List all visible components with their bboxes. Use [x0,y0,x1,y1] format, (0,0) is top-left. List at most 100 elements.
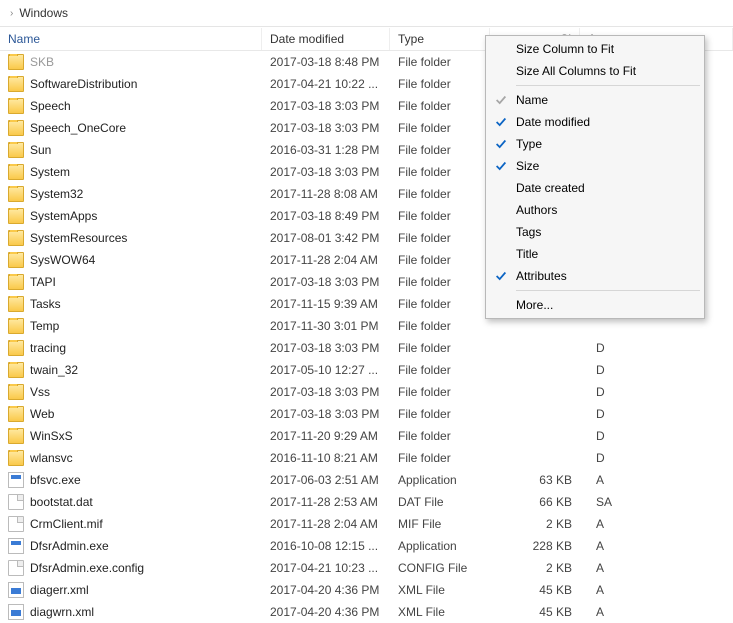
list-item[interactable]: WinSxS2017-11-20 9:29 AMFile folderD [0,425,733,447]
file-type: File folder [390,429,490,443]
breadcrumb-label: Windows [19,6,68,20]
file-type: File folder [390,187,490,201]
file-name: WinSxS [30,429,73,443]
column-header-date-label: Date modified [270,32,344,46]
file-attr: D [580,341,733,355]
file-date: 2017-04-20 4:36 PM [262,605,390,619]
menu-item-label: Size [516,159,539,173]
menu-toggle-column[interactable]: Title [488,243,702,265]
file-name: SKB [30,55,54,69]
file-date: 2017-03-18 3:03 PM [262,165,390,179]
menu-toggle-column[interactable]: Type [488,133,702,155]
file-attr: A [580,561,733,575]
menu-toggle-column[interactable]: Attributes [488,265,702,287]
file-date: 2016-10-08 12:15 ... [262,539,390,553]
menu-size-all-columns-to-fit[interactable]: Size All Columns to Fit [488,60,702,82]
file-date: 2017-03-18 3:03 PM [262,121,390,135]
file-date: 2017-03-18 8:49 PM [262,209,390,223]
folder-icon [8,340,24,356]
menu-toggle-column[interactable]: Date modified [488,111,702,133]
list-item[interactable]: diagwrn.xml2017-04-20 4:36 PMXML File45 … [0,601,733,623]
menu-separator [516,290,700,291]
menu-item-label: Type [516,137,542,151]
file-name: SoftwareDistribution [30,77,137,91]
folder-icon [8,296,24,312]
list-item[interactable]: Vss2017-03-18 3:03 PMFile folderD [0,381,733,403]
file-icon [8,560,24,576]
menu-separator [516,85,700,86]
file-icon [8,494,24,510]
file-date: 2017-03-18 3:03 PM [262,275,390,289]
column-header-name-label: Name [8,32,40,46]
file-name: tracing [30,341,66,355]
list-item[interactable]: CrmClient.mif2017-11-28 2:04 AMMIF File2… [0,513,733,535]
list-item[interactable]: twain_322017-05-10 12:27 ...File folderD [0,359,733,381]
menu-toggle-column[interactable]: Tags [488,221,702,243]
file-type: File folder [390,165,490,179]
file-name: SystemApps [30,209,97,223]
file-type: File folder [390,253,490,267]
menu-toggle-column[interactable]: Date created [488,177,702,199]
file-name: DfsrAdmin.exe.config [30,561,144,575]
column-context-menu: Size Column to Fit Size All Columns to F… [485,35,705,319]
file-name: SystemResources [30,231,127,245]
file-size: 228 KB [490,539,580,553]
menu-item-label: Date modified [516,115,590,129]
list-item[interactable]: Web2017-03-18 3:03 PMFile folderD [0,403,733,425]
file-size: 63 KB [490,473,580,487]
xml-icon [8,604,24,620]
folder-icon [8,186,24,202]
file-type: MIF File [390,517,490,531]
file-type: File folder [390,121,490,135]
menu-toggle-column[interactable]: Name [488,89,702,111]
menu-item-label: Size Column to Fit [516,42,614,56]
file-date: 2017-04-21 10:22 ... [262,77,390,91]
list-item[interactable]: tracing2017-03-18 3:03 PMFile folderD [0,337,733,359]
list-item[interactable]: DfsrAdmin.exe2016-10-08 12:15 ...Applica… [0,535,733,557]
menu-more[interactable]: More... [488,294,702,316]
file-date: 2017-05-10 12:27 ... [262,363,390,377]
column-header-type[interactable]: Type [390,28,490,50]
chevron-right-icon: › [10,8,13,19]
menu-toggle-column[interactable]: Authors [488,199,702,221]
list-item[interactable]: diagerr.xml2017-04-20 4:36 PMXML File45 … [0,579,733,601]
file-type: File folder [390,55,490,69]
file-name: Temp [30,319,59,333]
folder-icon [8,450,24,466]
file-name: System [30,165,70,179]
folder-icon [8,120,24,136]
menu-item-label: Authors [516,203,557,217]
menu-toggle-column[interactable]: Size [488,155,702,177]
list-item[interactable]: bootstat.dat2017-11-28 2:53 AMDAT File66… [0,491,733,513]
folder-icon [8,208,24,224]
list-item[interactable]: bfsvc.exe2017-06-03 2:51 AMApplication63… [0,469,733,491]
file-name: bootstat.dat [30,495,93,509]
file-size: 2 KB [490,517,580,531]
folder-icon [8,164,24,180]
breadcrumb[interactable]: › Windows [0,0,733,27]
file-size: 66 KB [490,495,580,509]
file-type: DAT File [390,495,490,509]
file-attr: D [580,451,733,465]
file-size: 45 KB [490,583,580,597]
file-name: Vss [30,385,50,399]
file-date: 2016-03-31 1:28 PM [262,143,390,157]
file-name: SysWOW64 [30,253,95,267]
file-name: System32 [30,187,83,201]
list-item[interactable]: wlansvc2016-11-10 8:21 AMFile folderD [0,447,733,469]
menu-item-label: Date created [516,181,585,195]
list-item[interactable]: DfsrAdmin.exe.config2017-04-21 10:23 ...… [0,557,733,579]
column-header-name[interactable]: Name [0,28,262,50]
app-icon [8,472,24,488]
file-date: 2017-11-28 2:04 AM [262,517,390,531]
column-header-date[interactable]: Date modified [262,28,390,50]
file-name: wlansvc [30,451,73,465]
menu-size-column-to-fit[interactable]: Size Column to Fit [488,38,702,60]
file-name: Web [30,407,54,421]
file-type: CONFIG File [390,561,490,575]
folder-icon [8,274,24,290]
file-attr: A [580,473,733,487]
file-date: 2017-11-28 8:08 AM [262,187,390,201]
folder-icon [8,384,24,400]
file-attr: A [580,517,733,531]
